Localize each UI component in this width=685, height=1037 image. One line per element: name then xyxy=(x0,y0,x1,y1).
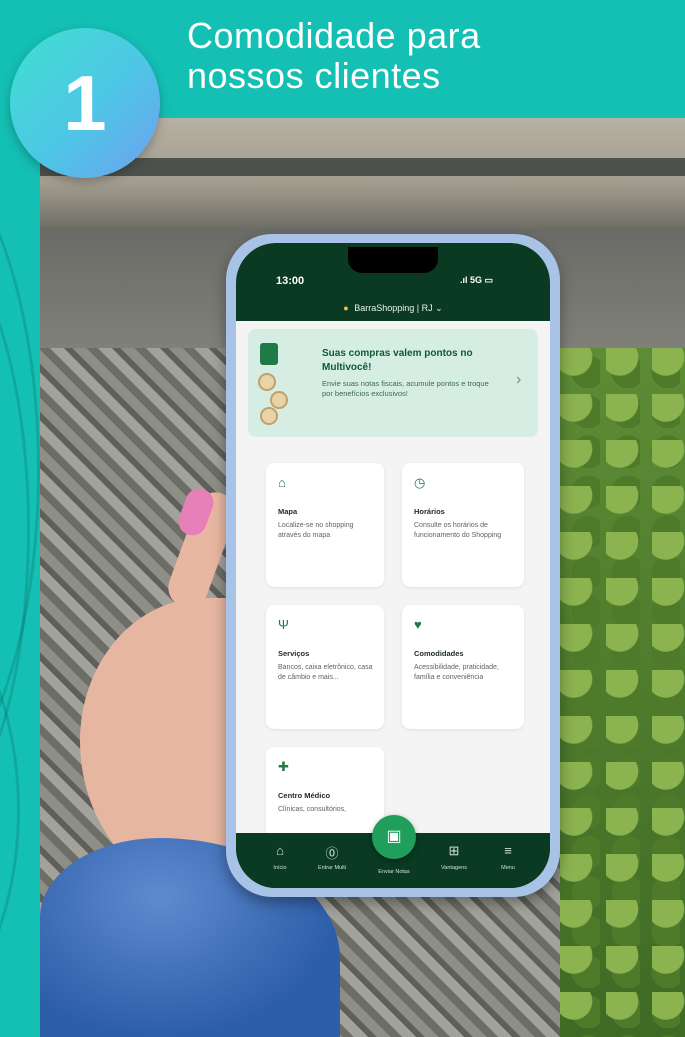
chevron-right-icon: › xyxy=(516,371,522,388)
header-title-line2: nossos clientes xyxy=(187,55,441,96)
shopping-bag-icon xyxy=(256,339,290,429)
bushes xyxy=(560,348,685,1037)
chevron-down-icon: ⌄ xyxy=(435,303,443,313)
notch xyxy=(348,247,438,273)
clock-icon: ◷ xyxy=(414,475,426,490)
card-description: Localize-se no shopping através do mapa xyxy=(278,522,354,539)
promo-title: Suas compras valem pontos no Multivocê! xyxy=(322,348,473,373)
phone-screen: 13:00 .ıl 5G ▭ ● BarraShopping | RJ ⌄ Su… xyxy=(236,243,550,888)
tab-label: Menu xyxy=(501,865,515,871)
card-title: Serviços xyxy=(278,649,310,658)
card-mapa[interactable]: ⌂ Mapa Localize-se no shopping através d… xyxy=(266,463,384,587)
bag-shape xyxy=(260,343,278,365)
location-selector[interactable]: ● BarraShopping | RJ ⌄ xyxy=(236,295,550,321)
grid-icon: ⊞ xyxy=(448,843,460,858)
step-number: 1 xyxy=(63,59,107,147)
menu-icon: ≡ xyxy=(504,843,512,858)
map-icon: ⌂ xyxy=(278,475,286,490)
card-centro-medico[interactable]: ✚ Centro Médico Clínicas, consultórios, xyxy=(266,747,384,833)
card-title: Mapa xyxy=(278,507,298,516)
tab-enviar-notas[interactable]: Enviar Notas xyxy=(366,863,422,875)
home-icon: ⌂ xyxy=(276,843,284,858)
tab-label: Enviar Notas xyxy=(378,869,410,875)
services-icon: Ψ xyxy=(278,617,289,632)
coin-icon xyxy=(270,391,288,409)
card-title: Horários xyxy=(414,507,445,516)
step-badge: 1 xyxy=(10,28,160,178)
card-comodidades[interactable]: ♥ Comodidades Acessibilidade, praticidad… xyxy=(402,605,524,729)
heart-icon: ♥ xyxy=(414,617,422,632)
card-description: Clínicas, consultórios, xyxy=(278,806,347,813)
status-time: 13:00 xyxy=(276,275,305,287)
tab-entrar-multi[interactable]: ⓪ Entrar Multi xyxy=(304,843,360,871)
app-content: Suas compras valem pontos no Multivocê! … xyxy=(236,321,550,833)
medical-icon: ✚ xyxy=(278,759,289,774)
tab-menu[interactable]: ≡ Menu xyxy=(480,843,536,871)
tab-inicio[interactable]: ⌂ Início xyxy=(252,843,308,871)
promo-banner[interactable]: Suas compras valem pontos no Multivocê! … xyxy=(248,329,538,437)
card-description: Consulte os horários de funcionamento do… xyxy=(414,522,502,539)
location-label: BarraShopping | RJ xyxy=(354,303,433,313)
card-servicos[interactable]: Ψ Serviços Bancos, caixa eletrônico, cas… xyxy=(266,605,384,729)
tab-label: Entrar Multi xyxy=(317,865,347,871)
header-title: Comodidade para nossos clientes xyxy=(187,16,647,96)
multi-icon: ⓪ xyxy=(325,846,339,861)
coin-icon xyxy=(260,407,278,425)
card-horarios[interactable]: ◷ Horários Consulte os horários de funci… xyxy=(402,463,524,587)
send-receipt-button[interactable]: ▣ xyxy=(372,815,416,859)
status-bar: 13:00 .ıl 5G ▭ xyxy=(236,243,550,291)
promo-text: Envie suas notas fiscais, acumule pontos… xyxy=(322,379,489,398)
tab-vantagens[interactable]: ⊞ Vantagens xyxy=(426,843,482,871)
card-description: Bancos, caixa eletrônico, casa de câmbio… xyxy=(278,664,373,681)
tab-label: Início xyxy=(273,865,287,871)
coin-icon xyxy=(258,373,276,391)
card-description: Acessibilidade, praticidade, família e c… xyxy=(414,664,499,681)
location-pin-icon: ● xyxy=(343,303,349,313)
tab-label: Vantagens xyxy=(441,865,467,871)
receipt-icon: ▣ xyxy=(386,828,402,845)
card-title: Comodidades xyxy=(414,649,464,658)
status-icons: .ıl 5G ▭ xyxy=(460,275,494,285)
header-title-line1: Comodidade para xyxy=(187,15,481,56)
card-title: Centro Médico xyxy=(278,791,331,800)
